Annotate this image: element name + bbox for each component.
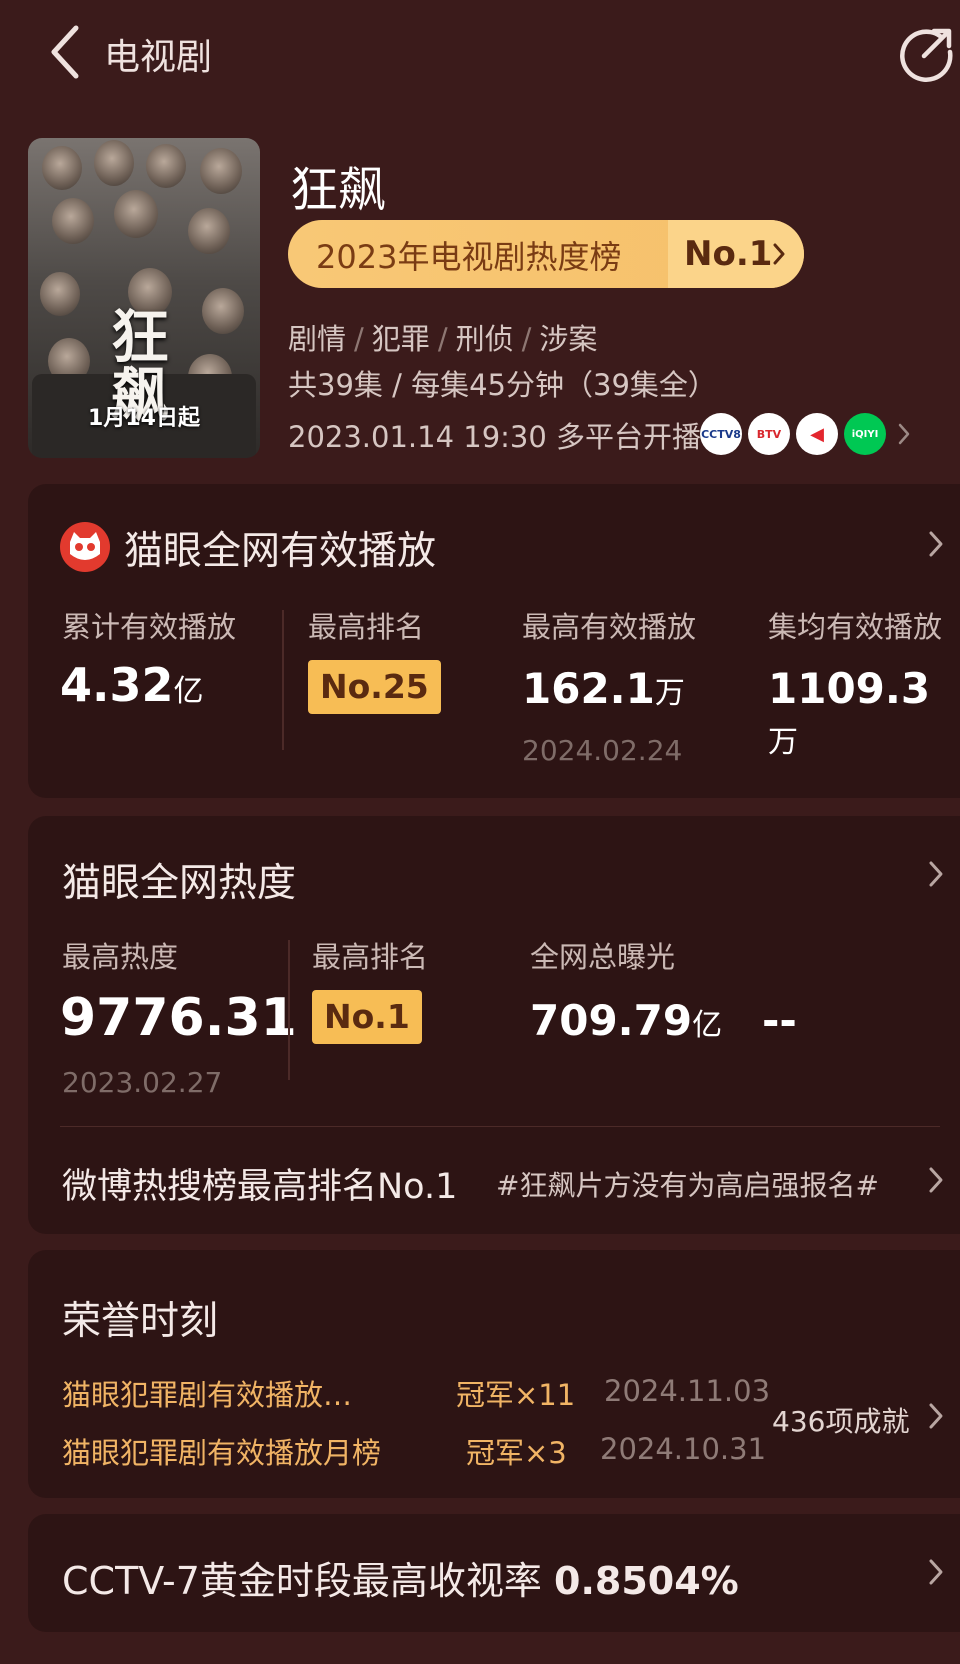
chevron-right-icon — [773, 243, 785, 265]
peak-play-date: 2024.02.24 — [522, 734, 683, 767]
chevron-right-icon[interactable] — [928, 1402, 944, 1430]
card-title: 猫眼全网热度 — [62, 861, 297, 906]
rank-badge: No.25 — [308, 660, 441, 714]
genre-tag[interactable]: 剧情 — [288, 322, 346, 356]
airing-info: 2023.01.14 19:30 多平台开播 — [288, 420, 702, 454]
genre-tag[interactable]: 刑侦 — [456, 322, 514, 356]
stat-label: 最高排名 — [312, 940, 429, 974]
stat-label: 最高排名 — [308, 610, 425, 644]
maoyan-cat-icon — [60, 522, 110, 572]
stat-label: 集均有效播放 — [768, 610, 943, 644]
card-title: 猫眼全网有效播放 — [124, 529, 437, 574]
weibo-hashtag[interactable]: #狂飙片方没有为高启强报名# — [496, 1164, 879, 1204]
ratings-label: CCTV-7黄金时段最高收视率 — [62, 1559, 542, 1603]
divider — [288, 940, 290, 1080]
honor-champ: 冠军×3 — [466, 1436, 567, 1470]
honor-date: 2024.11.03 — [604, 1374, 771, 1408]
ratings-value: 0.8504% — [554, 1559, 739, 1603]
rank-pill-button[interactable]: 2023年电视剧热度榜 No.1 — [288, 220, 804, 288]
chevron-right-icon[interactable] — [928, 530, 944, 558]
weibo-rank-label: 微博热搜榜最高排名No.1 — [62, 1167, 458, 1207]
card-title: 荣誉时刻 — [62, 1299, 219, 1344]
chevron-right-icon[interactable] — [928, 1558, 944, 1586]
show-title: 狂飙 — [290, 162, 387, 218]
divider — [282, 610, 284, 750]
chevron-right-icon[interactable] — [928, 1166, 944, 1194]
platform-list[interactable]: CCTV8 BTV ◀ iQIYI — [700, 413, 910, 455]
youku-logo-icon: ◀ — [796, 413, 838, 455]
chevron-left-icon[interactable] — [44, 22, 88, 82]
honor-item[interactable]: 猫眼犯罪剧有效播放月榜 — [62, 1430, 381, 1472]
honor-item[interactable]: 猫眼犯罪剧有效播放… — [62, 1372, 352, 1414]
chevron-right-icon[interactable] — [928, 860, 944, 888]
honor-date: 2024.10.31 — [600, 1432, 767, 1466]
stat-label: 累计有效播放 — [62, 610, 237, 644]
poster-image[interactable]: 狂飙 1月14日起 — [28, 138, 260, 458]
exposure-value: 709.79亿 — [530, 996, 723, 1045]
poster-date: 1月14日起 — [88, 406, 200, 431]
stat-label: 全网总曝光 — [530, 940, 676, 974]
stat-label: 最高有效播放 — [522, 610, 697, 644]
genre-tag[interactable]: 犯罪 — [372, 322, 430, 356]
honor-champ: 冠军×11 — [456, 1378, 576, 1412]
extra-value: -- — [762, 996, 797, 1045]
btv-logo-icon: BTV — [748, 413, 790, 455]
divider — [60, 1126, 940, 1127]
genre-tag[interactable]: 涉案 — [539, 322, 597, 356]
page-title: 电视剧 — [104, 37, 213, 78]
peak-play-value: 162.1万 — [522, 664, 685, 713]
cumulative-play-value: 4.32亿 — [60, 658, 204, 712]
ratings-row: CCTV-7黄金时段最高收视率 0.8504% — [62, 1550, 739, 1605]
avg-play-value: 1109.3万 — [768, 664, 931, 760]
share-icon[interactable] — [896, 22, 956, 82]
cctv8-logo-icon: CCTV8 — [700, 413, 742, 455]
achievement-count[interactable]: 436项成就 — [772, 1400, 909, 1440]
genre-list: 剧情 / 犯罪 / 刑侦 / 涉案 — [288, 322, 598, 356]
peak-heat-value: 9776.31 — [60, 988, 297, 1048]
rank-badge: No.1 — [312, 990, 422, 1044]
peak-heat-date: 2023.02.27 — [62, 1066, 223, 1099]
rank-label: 2023年电视剧热度榜 — [316, 238, 622, 276]
episode-info: 共39集 / 每集45分钟（39集全） — [288, 368, 717, 402]
stat-label: 最高热度 — [62, 940, 179, 974]
iqiyi-logo-icon: iQIYI — [844, 413, 886, 455]
chevron-right-icon — [898, 423, 910, 445]
